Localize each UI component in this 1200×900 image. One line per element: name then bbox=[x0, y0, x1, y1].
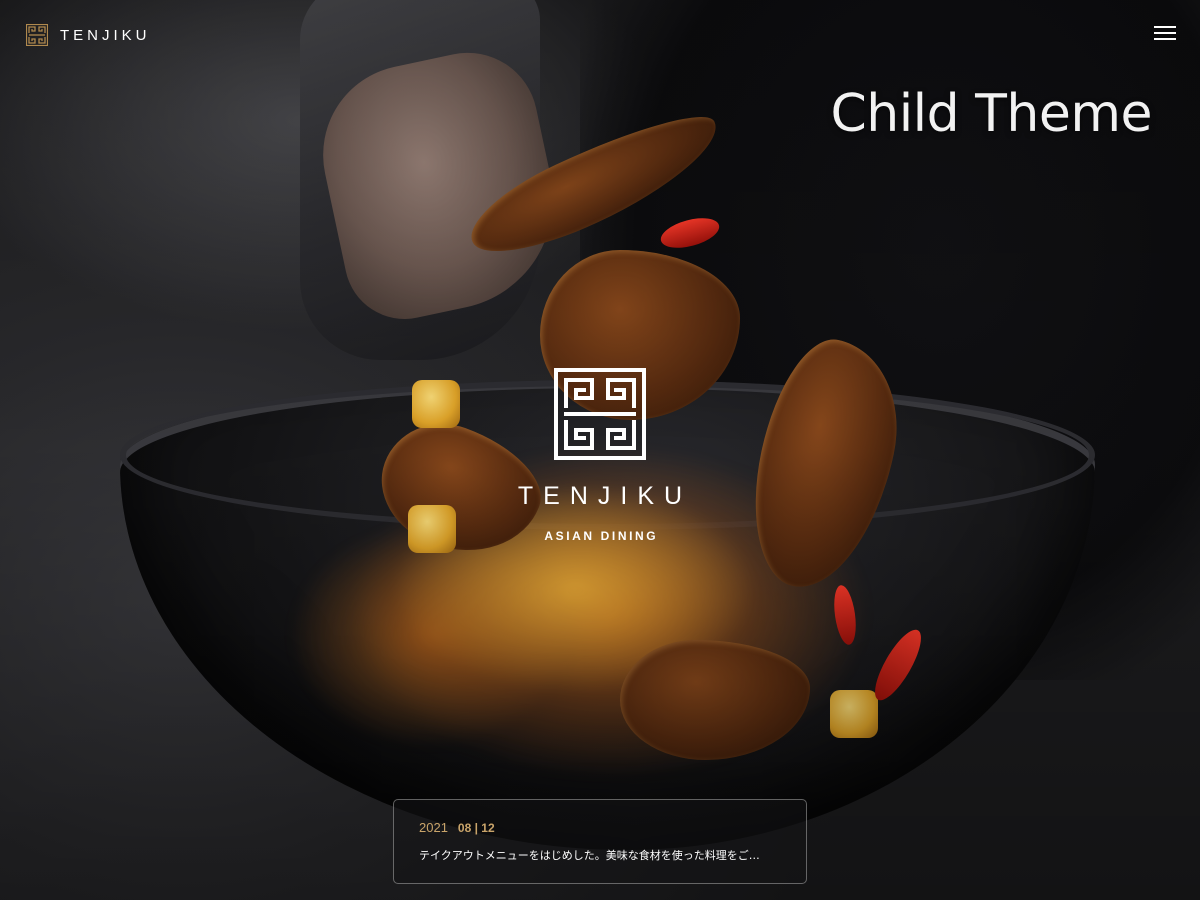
news-month-day: 08 | 12 bbox=[457, 821, 495, 835]
menu-bar bbox=[1154, 32, 1176, 34]
menu-bar bbox=[1154, 38, 1176, 40]
news-date: 2021 08 | 12 bbox=[419, 820, 781, 835]
tenjiku-meander-logo-icon bbox=[26, 24, 48, 46]
hero-brand-name: TENJIKU bbox=[517, 482, 693, 510]
header-logo-link[interactable]: TENJIKU bbox=[26, 24, 151, 46]
child-theme-label: Child Theme bbox=[830, 84, 1152, 144]
news-excerpt: テイクアウトメニューをはじめした。美味な食材を使った料理をご… bbox=[419, 849, 760, 862]
hamburger-menu-icon[interactable] bbox=[1154, 24, 1176, 42]
news-card[interactable]: 2021 08 | 12 テイクアウトメニューをはじめした。美味な食材を使った料… bbox=[393, 799, 807, 884]
header-brand-name: TENJIKU bbox=[60, 26, 151, 44]
menu-bar bbox=[1154, 26, 1176, 28]
hero-brand-logo: TENJIKU ASIAN DINING bbox=[0, 368, 1200, 543]
hero-tagline: ASIAN DINING bbox=[544, 529, 659, 543]
tenjiku-meander-logo-icon bbox=[554, 368, 646, 460]
news-year: 2021 bbox=[419, 820, 448, 835]
